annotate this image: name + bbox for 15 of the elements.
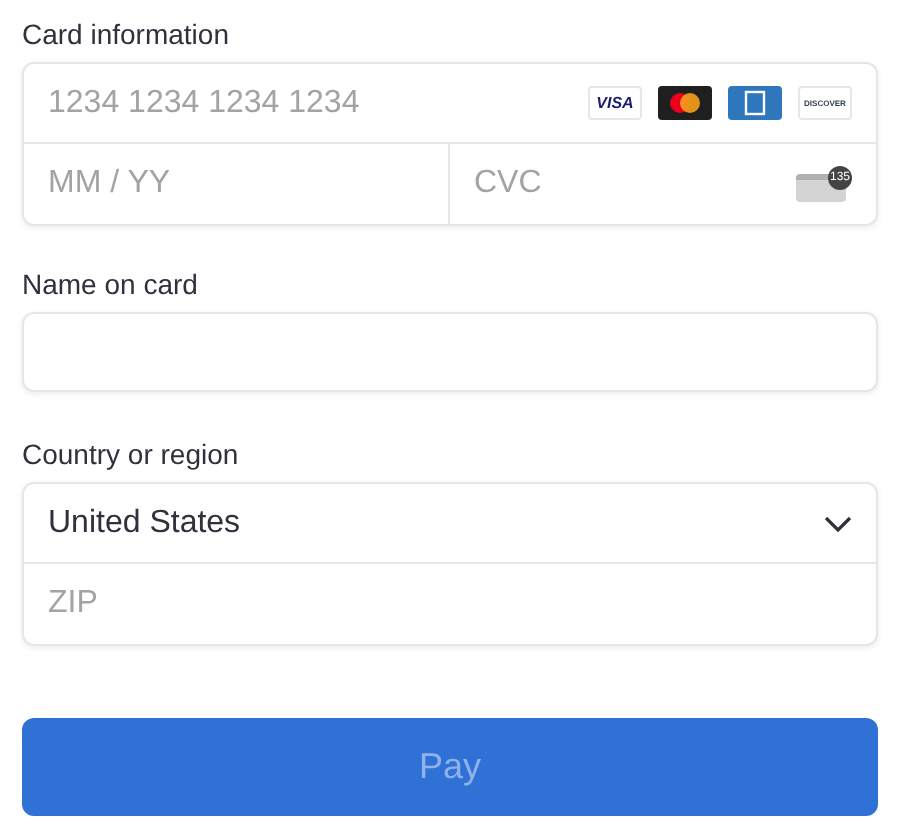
card-number-input[interactable]: 1234 1234 1234 1234	[48, 79, 588, 127]
name-field[interactable]	[22, 312, 878, 392]
zip-input[interactable]: ZIP	[48, 580, 852, 628]
amex-logo	[728, 86, 782, 120]
field-label: Card information	[22, 16, 231, 52]
field-label: Name on card	[22, 266, 200, 302]
field-label: Country or region	[22, 436, 241, 472]
country-select[interactable]: United States	[24, 484, 876, 564]
expiry-field[interactable]: MM / YY	[24, 144, 450, 224]
zip-field[interactable]: ZIP	[24, 564, 876, 644]
mastercard-logo	[658, 86, 712, 120]
cvc-input[interactable]: CVC	[474, 160, 796, 208]
expiry-input[interactable]: MM / YY	[48, 160, 424, 208]
visa-logo: VISA	[588, 86, 642, 120]
chevron-down-icon	[824, 515, 852, 531]
